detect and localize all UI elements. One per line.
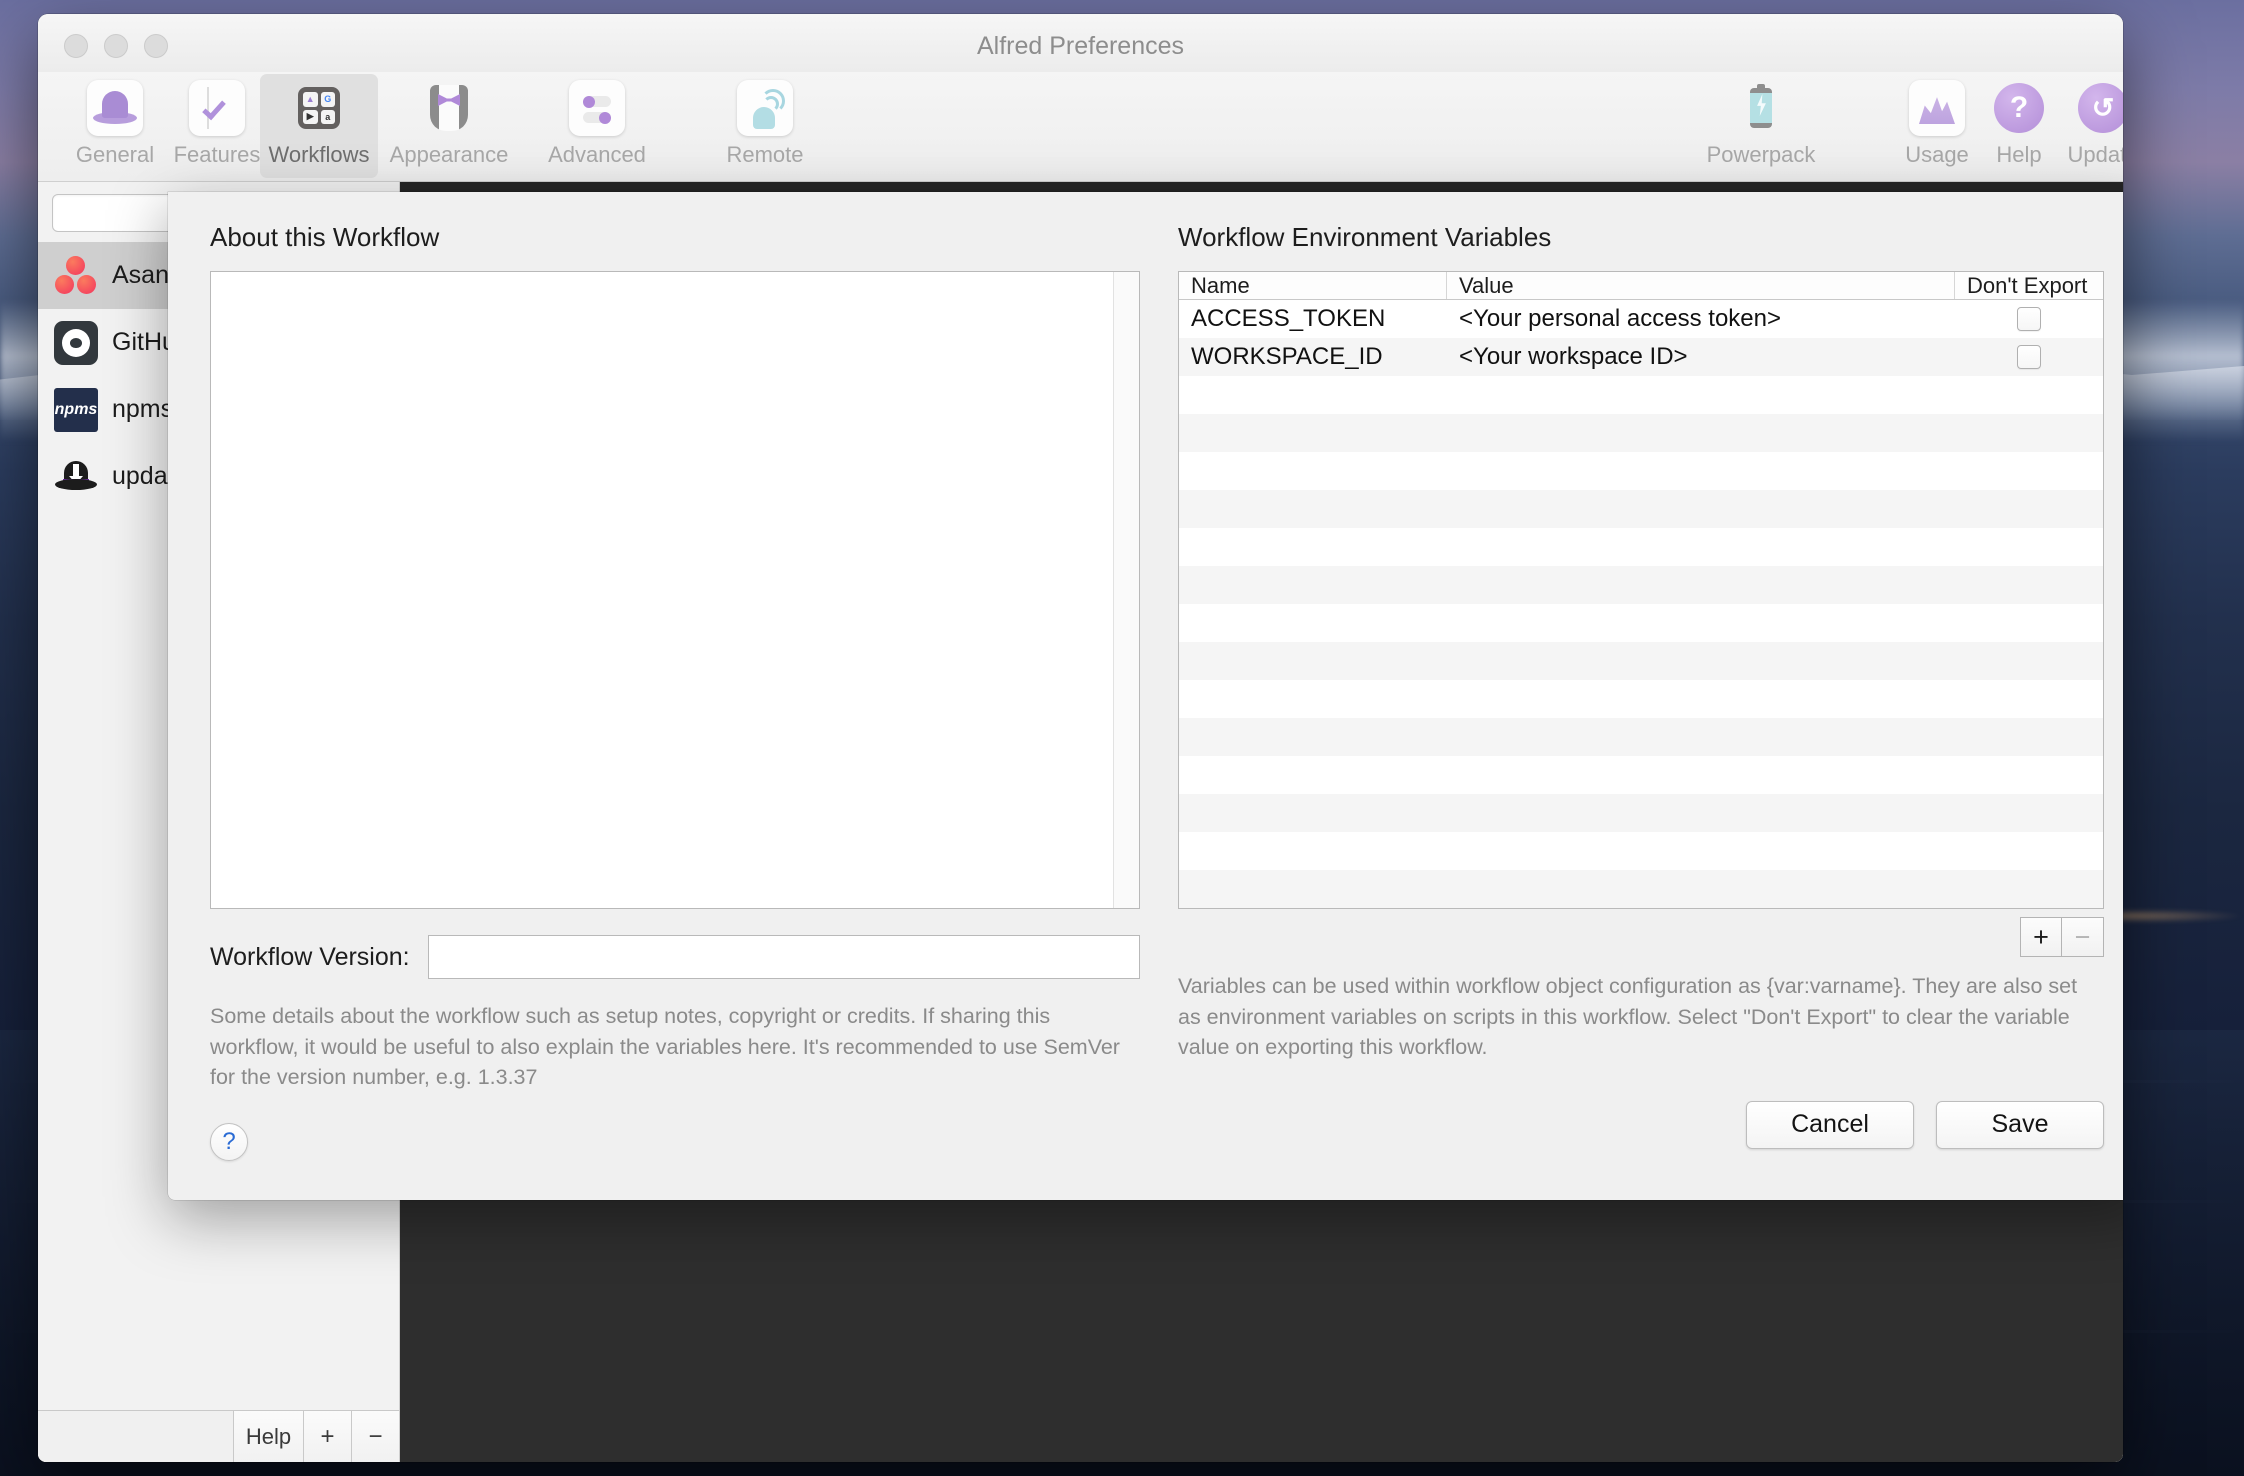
table-row-empty[interactable] [1179, 756, 2103, 794]
dont-export-checkbox[interactable] [2017, 307, 2041, 331]
titlebar: Alfred Preferences [38, 14, 2123, 72]
toolbar-label: Powerpack [1706, 142, 1816, 167]
save-button[interactable]: Save [1936, 1100, 2104, 1149]
about-scrollbar[interactable] [1113, 272, 1139, 908]
sheet-button-row: Cancel Save [1178, 1100, 2104, 1149]
cell-dont-export [1955, 300, 2103, 338]
cancel-button[interactable]: Cancel [1746, 1100, 1914, 1149]
environment-variables-table: Name Value Don't Export ACCESS_TOKEN <Yo… [1178, 271, 2104, 909]
table-body: ACCESS_TOKEN <Your personal access token… [1179, 300, 2103, 908]
help-question-button[interactable]: ? [210, 1122, 248, 1161]
add-variable-button[interactable]: + [2020, 917, 2062, 957]
table-row[interactable]: WORKSPACE_ID <Your workspace ID> [1179, 338, 2103, 376]
table-row-empty[interactable] [1179, 452, 2103, 490]
column-header-value[interactable]: Value [1447, 272, 1955, 299]
workflow-version-input[interactable] [427, 935, 1140, 979]
npms-icon: npms [54, 387, 98, 432]
table-row-empty[interactable] [1179, 794, 2103, 832]
toggles-icon [569, 80, 625, 136]
about-workflow-column: About this Workflow Workflow Version: So… [210, 222, 1140, 1200]
remote-signal-icon [737, 80, 793, 136]
toolbar-label: Workflows [268, 142, 370, 167]
about-workflow-textarea[interactable] [210, 271, 1140, 909]
cell-variable-value[interactable]: <Your workspace ID> [1447, 338, 1955, 376]
table-row-empty[interactable] [1179, 490, 2103, 528]
table-row-empty[interactable] [1179, 414, 2103, 452]
usage-chart-icon [1909, 80, 1965, 136]
cell-variable-name[interactable]: ACCESS_TOKEN [1179, 300, 1447, 338]
workflow-version-row: Workflow Version: [210, 935, 1140, 979]
checklist-icon [189, 80, 245, 136]
table-tools: + − [1178, 917, 2104, 957]
sidebar-help-button[interactable]: Help [233, 1411, 303, 1462]
toolbar-item-appearance[interactable]: Appearance [390, 74, 508, 178]
table-row-empty[interactable] [1179, 680, 2103, 718]
table-row-empty[interactable] [1179, 718, 2103, 756]
remove-variable-button[interactable]: − [2062, 917, 2104, 957]
toolbar-label: Features [173, 142, 261, 167]
toolbar-label: Help [1996, 142, 2042, 167]
asana-icon [54, 254, 98, 298]
question-circle-icon: ? [1991, 80, 2047, 136]
toolbar-label: Update [2067, 142, 2123, 167]
table-row-empty[interactable] [1179, 642, 2103, 680]
workflow-version-label: Workflow Version: [210, 942, 410, 971]
table-row[interactable]: ACCESS_TOKEN <Your personal access token… [1179, 300, 2103, 338]
column-header-dont-export[interactable]: Don't Export [1955, 272, 2103, 299]
refresh-circle-icon: ↺ [2075, 80, 2123, 136]
preferences-toolbar: General Features ▲ G ▶ a Workflows Appea… [38, 72, 2123, 182]
table-row-empty[interactable] [1179, 566, 2103, 604]
toolbar-item-advanced[interactable]: Advanced [538, 74, 656, 178]
toolbar-label: Advanced [548, 142, 646, 167]
variables-section-title: Workflow Environment Variables [1178, 222, 1552, 252]
about-help-text: Some details about the workflow such as … [210, 1004, 1120, 1090]
alfred-hat-icon [87, 80, 143, 136]
sidebar-bottom-bar: Help + − [38, 1410, 399, 1462]
table-row-empty[interactable] [1179, 376, 2103, 414]
workflows-grid-icon: ▲ G ▶ a [291, 80, 347, 136]
column-header-name[interactable]: Name [1179, 272, 1447, 299]
github-icon [54, 320, 98, 365]
table-row-empty[interactable] [1179, 870, 2103, 908]
table-row-empty[interactable] [1179, 528, 2103, 566]
cell-dont-export [1955, 338, 2103, 376]
update-hat-icon [54, 455, 98, 499]
about-section-title: About this Workflow [210, 222, 440, 252]
cell-variable-name[interactable]: WORKSPACE_ID [1179, 338, 1447, 376]
about-workflow-text [211, 272, 1113, 908]
tuxedo-icon [421, 80, 477, 136]
toolbar-item-features[interactable]: Features [158, 74, 276, 178]
variables-help-text: Variables can be used within workflow ob… [1178, 974, 2078, 1060]
toolbar-item-general[interactable]: General [56, 74, 174, 178]
sidebar-remove-workflow-button[interactable]: − [351, 1411, 399, 1462]
workflow-configuration-sheet: About this Workflow Workflow Version: So… [168, 192, 2123, 1200]
cell-variable-value[interactable]: <Your personal access token> [1447, 300, 1955, 338]
toolbar-label: General [75, 142, 155, 167]
table-header-row: Name Value Don't Export [1179, 272, 2103, 300]
environment-variables-column: Workflow Environment Variables Name Valu… [1178, 222, 2104, 1200]
toolbar-label: Remote [726, 142, 804, 167]
workflow-name: npms [112, 395, 174, 423]
table-row-empty[interactable] [1179, 604, 2103, 642]
sidebar-add-workflow-button[interactable]: + [303, 1411, 351, 1462]
toolbar-label: Appearance [389, 142, 509, 167]
toolbar-item-workflows[interactable]: ▲ G ▶ a Workflows [260, 74, 378, 178]
alfred-preferences-window: Alfred Preferences General Features ▲ G … [38, 14, 2123, 1462]
table-row-empty[interactable] [1179, 832, 2103, 870]
window-title: Alfred Preferences [976, 32, 1185, 60]
toolbar-item-update[interactable]: ↺ Update [2044, 74, 2123, 178]
toolbar-item-powerpack[interactable]: Powerpack [1702, 74, 1820, 178]
toolbar-item-remote[interactable]: Remote [706, 74, 824, 178]
battery-bolt-icon [1733, 80, 1789, 136]
dont-export-checkbox[interactable] [2017, 345, 2041, 369]
